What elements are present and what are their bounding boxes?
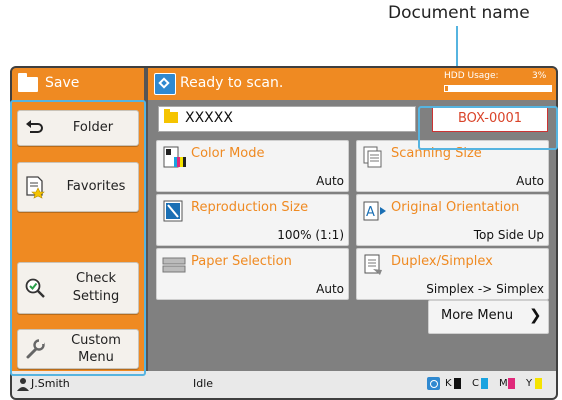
reproduction-size-tile[interactable]: Reproduction Size 100% (1:1) xyxy=(156,194,349,246)
svg-text:A: A xyxy=(366,205,375,220)
ink-c-level xyxy=(481,378,488,389)
duplex-icon xyxy=(364,254,382,275)
original-orientation-value: Top Side Up xyxy=(473,228,544,242)
document-name-value: XXXXX xyxy=(185,110,233,126)
box-name-highlight xyxy=(418,106,558,150)
reproduction-size-value: 100% (1:1) xyxy=(277,228,344,242)
machine-state: Idle xyxy=(193,377,214,390)
color-mode-title: Color Mode xyxy=(191,146,265,161)
document-name-field[interactable]: XXXXX xyxy=(158,106,416,132)
original-orientation-title: Original Orientation xyxy=(391,200,520,215)
color-mode-value: Auto xyxy=(316,174,344,188)
hdd-usage-value: 3% xyxy=(532,71,547,81)
ink-c-label: C xyxy=(472,378,479,389)
ink-k-label: K xyxy=(445,378,452,389)
more-menu-button[interactable]: More Menu ❯ xyxy=(428,300,549,334)
reproduction-size-icon xyxy=(163,200,183,222)
original-orientation-tile[interactable]: A Original Orientation Top Side Up xyxy=(356,194,549,246)
scan-status-text: Ready to scan. xyxy=(180,75,284,91)
left-panel-highlight xyxy=(10,100,146,376)
hdd-usage-bar xyxy=(444,85,552,92)
ink-status-icon[interactable] xyxy=(427,377,440,390)
chevron-right-icon: ❯ xyxy=(529,306,542,324)
hdd-usage-label: HDD Usage: xyxy=(444,71,499,81)
orientation-icon: A xyxy=(363,201,386,221)
reproduction-size-title: Reproduction Size xyxy=(191,200,309,215)
color-mode-tile[interactable]: Color Mode Auto xyxy=(156,140,349,192)
duplex-simplex-title: Duplex/Simplex xyxy=(391,254,493,269)
duplex-simplex-tile[interactable]: Duplex/Simplex Simplex -> Simplex xyxy=(356,248,549,300)
duplex-simplex-value: Simplex -> Simplex xyxy=(426,282,544,296)
ink-k-level xyxy=(454,378,461,389)
left-panel-title-bar: Save xyxy=(12,68,144,100)
paper-selection-value: Auto xyxy=(316,282,344,296)
ink-y-label: Y xyxy=(526,378,533,389)
scan-status-icon xyxy=(154,73,176,95)
hdd-usage-fill xyxy=(445,86,449,91)
more-menu-label: More Menu xyxy=(441,308,514,323)
color-mode-icon xyxy=(163,146,186,168)
scanning-size-icon xyxy=(363,146,382,168)
ink-m-level xyxy=(508,378,515,389)
document-name-annotation: Document name xyxy=(388,3,530,23)
ink-m-label: M xyxy=(499,378,508,389)
user-name: J.Smith xyxy=(31,377,70,390)
main-panel-title-bar: Ready to scan. HDD Usage: 3% xyxy=(148,68,556,100)
yellow-folder-icon xyxy=(164,109,178,123)
ink-y-level xyxy=(535,378,542,389)
paper-selection-title: Paper Selection xyxy=(191,254,292,269)
user-icon xyxy=(17,378,29,391)
scanning-size-value: Auto xyxy=(516,174,544,188)
panel-title: Save xyxy=(45,75,80,91)
folder-icon xyxy=(18,73,38,92)
paper-selection-tile[interactable]: Paper Selection Auto xyxy=(156,248,349,300)
paper-tray-icon xyxy=(162,257,186,273)
